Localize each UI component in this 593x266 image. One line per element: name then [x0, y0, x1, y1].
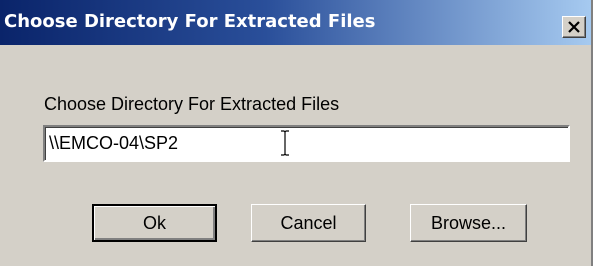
cancel-button-label: Cancel: [280, 212, 337, 233]
ok-button-label: Ok: [142, 212, 166, 233]
close-button[interactable]: [562, 16, 586, 38]
directory-prompt-label: Choose Directory For Extracted Files: [44, 94, 340, 114]
close-icon: [568, 21, 580, 33]
title-bar[interactable]: Choose Directory For Extracted Files: [0, 0, 591, 45]
ok-button[interactable]: Ok: [92, 204, 217, 242]
choose-directory-dialog: Choose Directory For Extracted Files Cho…: [0, 0, 593, 266]
browse-button-label: Browse...: [430, 212, 507, 233]
cancel-button[interactable]: Cancel: [251, 204, 366, 242]
browse-button[interactable]: Browse...: [410, 204, 527, 242]
window-title: Choose Directory For Extracted Files: [4, 11, 376, 32]
directory-input[interactable]: [43, 125, 570, 162]
text-cursor-icon: [281, 130, 289, 156]
